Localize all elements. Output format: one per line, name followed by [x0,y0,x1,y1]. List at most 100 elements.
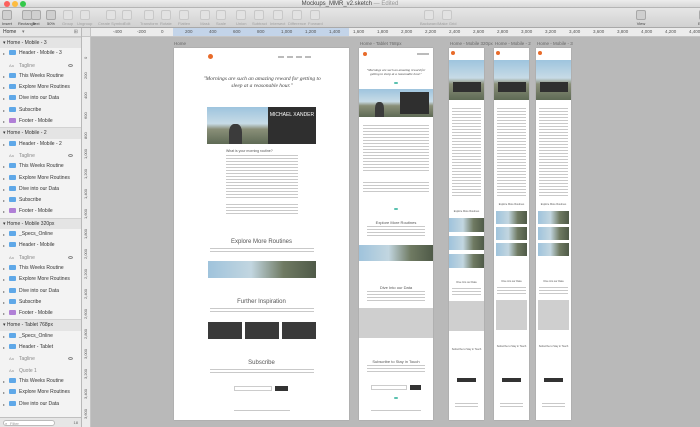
text-layer-row[interactable]: Aa Tagline [0,353,81,364]
toolbar-edit-button[interactable]: Edit [122,10,132,27]
group-layer-row[interactable]: ▸ Header - Mobile - 3 [0,48,81,59]
disclosure-triangle-icon[interactable]: ▸ [3,48,5,59]
subscribe-button[interactable] [275,386,288,391]
toolbar-view-button[interactable]: View [636,10,646,27]
disclosure-triangle-icon[interactable]: ▸ [3,93,5,104]
disclosure-triangle-icon[interactable]: ▸ [3,195,5,206]
disclosure-triangle-icon[interactable]: ▸ [3,105,5,116]
eye-icon[interactable] [68,357,73,361]
artboard-mobile-3[interactable]: Explore More Routines Dive into our Data… [536,48,571,420]
group-layer-row[interactable]: ▸ This Weeks Routine [0,376,81,387]
toolbar-make-grid-button[interactable]: Make Grid [438,10,456,27]
group-layer-row[interactable]: ▸ Explore More Routines [0,173,81,184]
subscribe-button[interactable] [544,378,563,382]
horizontal-ruler[interactable]: -400 -200 0 200 400 600 800 1,000 1,200 1,400 1,60… [91,28,700,37]
disclosure-triangle-icon[interactable]: ▸ [3,206,5,217]
inspiration-card[interactable] [245,322,279,339]
text-layer-row[interactable]: Aa Quote 1 [0,365,81,376]
group-layer-row[interactable]: ▸ Subscribe [0,195,81,206]
artboard-group-row[interactable]: ▾ Home - Tablet 768px [0,319,81,331]
subscribe-button[interactable] [457,378,476,382]
disclosure-triangle-icon[interactable]: ▸ [3,308,5,319]
toolbar-transform-button[interactable]: Transform [140,10,158,27]
disclosure-triangle-icon[interactable]: ▸ [3,161,5,172]
group-layer-row[interactable]: ▸ Dive into our Data [0,399,81,410]
artboard-group-row[interactable]: ▾ Home - Mobile - 3 [0,37,81,49]
artboard-home[interactable]: "Mornings are such an amazing reward for… [174,48,349,420]
toolbar-forward-button[interactable]: Forward [308,10,323,27]
eye-icon[interactable] [68,255,73,259]
toolbar-flatten-button[interactable]: Flatten [178,10,190,27]
artboard-group-row[interactable]: ▾ Home - Mobile 320px [0,217,81,230]
group-layer-row[interactable]: ▸ Footer - Mobile [0,206,81,217]
disclosure-triangle-icon[interactable]: ▸ [3,184,5,195]
artboard-mobile-320[interactable]: Explore More Routines Dive Into our Data… [449,48,484,420]
artboard-label-tablet[interactable]: Home - Tablet 768px [360,41,401,46]
disclosure-triangle-icon[interactable]: ▸ [3,240,5,251]
disclosure-triangle-icon[interactable]: ▸ [3,331,5,342]
group-layer-row[interactable]: ▸ This Weeks Routine [0,263,81,274]
vertical-ruler[interactable]: 0 200 400 600 800 1,000 1,200 1,400 1,600 1,800 2,… [82,37,91,427]
toolbar-backward-button[interactable]: Backward [420,10,438,27]
eye-icon[interactable] [68,63,73,67]
disclosure-triangle-icon[interactable]: ▸ [3,274,5,285]
group-layer-row[interactable]: ▸ Header - Mobile [0,240,81,251]
toolbar-rotate-button[interactable]: Rotate [160,10,172,27]
disclosure-triangle-icon[interactable]: ▸ [3,376,5,387]
artboard-tablet[interactable]: "Mornings are such an amazing reward for… [359,48,433,420]
group-layer-row[interactable]: ▸ Header - Mobile - 2 [0,139,81,150]
group-layer-row[interactable]: ▸ Dive into our Data [0,286,81,297]
toolbar-insert-button[interactable]: Insert [2,10,12,27]
disclosure-triangle-icon[interactable]: ▸ [3,342,5,353]
email-field[interactable] [371,385,407,390]
group-layer-row[interactable]: ▸ Subscribe [0,297,81,308]
toolbar-create-symbol-button[interactable]: Create Symbol [98,10,124,27]
disclosure-triangle-icon[interactable]: ▸ [3,116,5,127]
group-layer-row[interactable]: ▸ Dive into our Data [0,184,81,195]
artboard-label-home[interactable]: Home [174,41,186,46]
toolbar-intersect-button[interactable]: Intersect [270,10,285,27]
artboard-label-mobile-3[interactable]: Home - Mobile - 3 [537,41,573,46]
disclosure-triangle-icon[interactable]: ▸ [3,173,5,184]
disclosure-triangle-icon[interactable]: ▸ [3,387,5,398]
group-layer-row[interactable]: ▸ Explore More Routines [0,387,81,398]
email-field[interactable] [234,386,272,391]
group-layer-row[interactable]: ▸ Header - Tablet [0,342,81,353]
toolbar-scale-button[interactable]: Scale [216,10,226,27]
toolbar-subtract-button[interactable]: Subtract [252,10,267,27]
toolbar-difference-button[interactable]: Difference [288,10,306,27]
group-layer-row[interactable]: ▸ This Weeks Routine [0,71,81,82]
text-layer-row[interactable]: Aa Tagline [0,252,81,263]
artboard-group-row[interactable]: ▾ Home - Mobile - 2 [0,127,81,139]
text-layer-row[interactable]: Aa Tagline [0,150,81,161]
artboard-label-mobile-320[interactable]: Home - Mobile 320px [450,41,493,46]
page-selector[interactable]: Home ▾ ⊞ [0,28,81,37]
disclosure-triangle-icon[interactable]: ▸ [3,229,5,240]
add-page-icon[interactable]: ⊞ [74,28,78,37]
group-layer-row[interactable]: ▸ _Specs_Online [0,229,81,240]
inspiration-card[interactable] [282,322,316,339]
toolbar-text-button[interactable]: Text [31,10,41,27]
group-layer-row[interactable]: ▸ Footer - Mobile [0,308,81,319]
artboard-label-mobile-2[interactable]: Home - Mobile - 2 [495,41,531,46]
disclosure-triangle-icon[interactable]: ▸ [3,82,5,93]
text-layer-row[interactable]: Aa Tagline [0,60,81,71]
disclosure-triangle-icon[interactable]: ▸ [3,286,5,297]
toolbar-union-button[interactable]: Union [236,10,246,27]
toolbar-group-button[interactable]: Group [62,10,73,27]
group-layer-row[interactable]: ▸ Footer - Mobile [0,116,81,127]
disclosure-triangle-icon[interactable]: ▸ [3,297,5,308]
artboard-mobile-2[interactable]: Explore More Routines Dive into our Data… [494,48,529,420]
group-layer-row[interactable]: ▸ Explore More Routines [0,274,81,285]
disclosure-triangle-icon[interactable]: ▸ [3,71,5,82]
toolbar-mask-button[interactable]: Mask [200,10,210,27]
group-layer-row[interactable]: ▸ Subscribe [0,105,81,116]
group-layer-row[interactable]: ▸ This Weeks Routine [0,161,81,172]
subscribe-button[interactable] [502,378,521,382]
disclosure-triangle-icon[interactable]: ▸ [3,263,5,274]
group-layer-row[interactable]: ▸ Dive into our Data [0,93,81,104]
group-layer-row[interactable]: ▸ Explore More Routines [0,82,81,93]
toolbar-50-button[interactable]: 50% [46,10,56,27]
disclosure-triangle-icon[interactable]: ▸ [3,139,5,150]
canvas[interactable]: Home "Mornings are such an amazing rewar… [91,37,700,427]
